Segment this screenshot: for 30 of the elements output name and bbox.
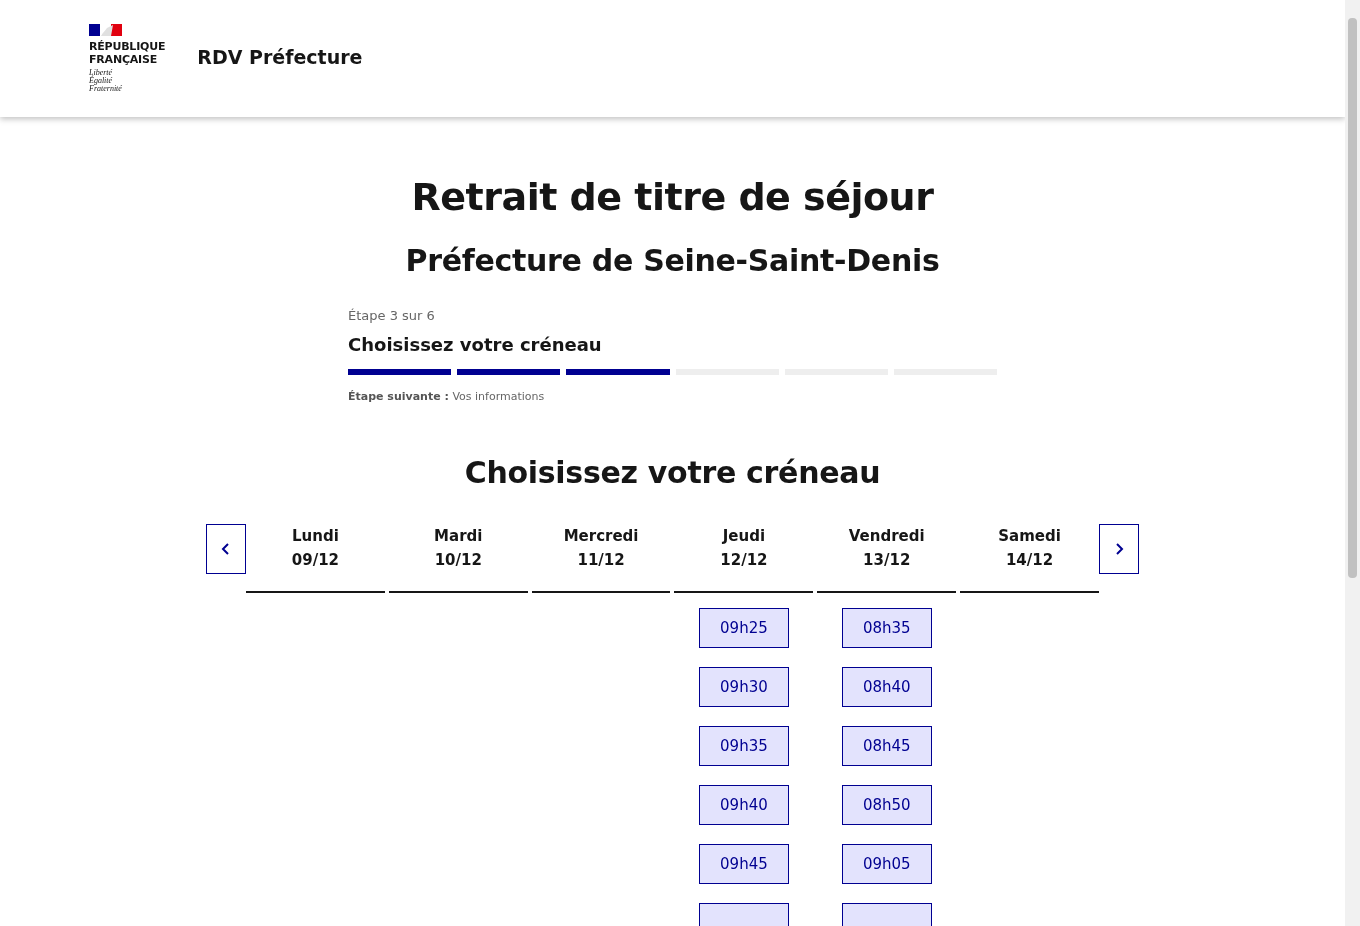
motto-text: Liberté Égalité Fraternité xyxy=(89,69,122,93)
previous-week-button[interactable] xyxy=(206,524,246,574)
day-header: Jeudi 12/12 xyxy=(674,524,814,593)
site-title-link[interactable]: RDV Préfecture xyxy=(197,46,363,68)
step-count: Étape 3 sur 6 xyxy=(348,308,436,323)
day-header: Vendredi 13/12 xyxy=(817,524,957,593)
scrollbar[interactable] xyxy=(1345,0,1360,926)
calendar-title: Choisissez votre créneau xyxy=(464,455,881,490)
next-week-button[interactable] xyxy=(1099,524,1139,574)
time-slot-button[interactable]: 09h30 xyxy=(698,667,789,707)
time-slot-button[interactable]: 08h40 xyxy=(841,667,932,707)
chevron-icon xyxy=(221,542,231,556)
logo-text: RÉPUBLIQUE FRANÇAISE xyxy=(89,40,166,66)
page-subtitle: Préfecture de Seine-Saint-Denis xyxy=(405,243,940,278)
marianne-flag-icon xyxy=(89,24,122,36)
time-slot-button[interactable]: 09h40 xyxy=(698,785,789,825)
time-slot-button[interactable]: 09h25 xyxy=(698,608,789,648)
time-slot-button[interactable]: 09h45 xyxy=(698,844,789,884)
step-title: Choisissez votre créneau xyxy=(348,334,603,355)
time-slot-button[interactable]: 09h35 xyxy=(698,726,789,766)
chevron-icon xyxy=(1114,542,1124,556)
time-slot-button[interactable]: 08h35 xyxy=(841,608,932,648)
next-step-text: Étape suivante : Vos informations xyxy=(348,390,546,403)
day-header: Mardi 10/12 xyxy=(388,524,528,593)
time-slot-button[interactable]: 09h05 xyxy=(841,844,932,884)
page-title: Retrait de titre de séjour xyxy=(411,175,934,219)
day-header: Lundi 09/12 xyxy=(246,524,385,593)
day-header: Mercredi 11/12 xyxy=(531,524,671,593)
time-slot-button[interactable]: 08h45 xyxy=(841,726,932,766)
time-slot-button[interactable]: 08h50 xyxy=(841,785,932,825)
